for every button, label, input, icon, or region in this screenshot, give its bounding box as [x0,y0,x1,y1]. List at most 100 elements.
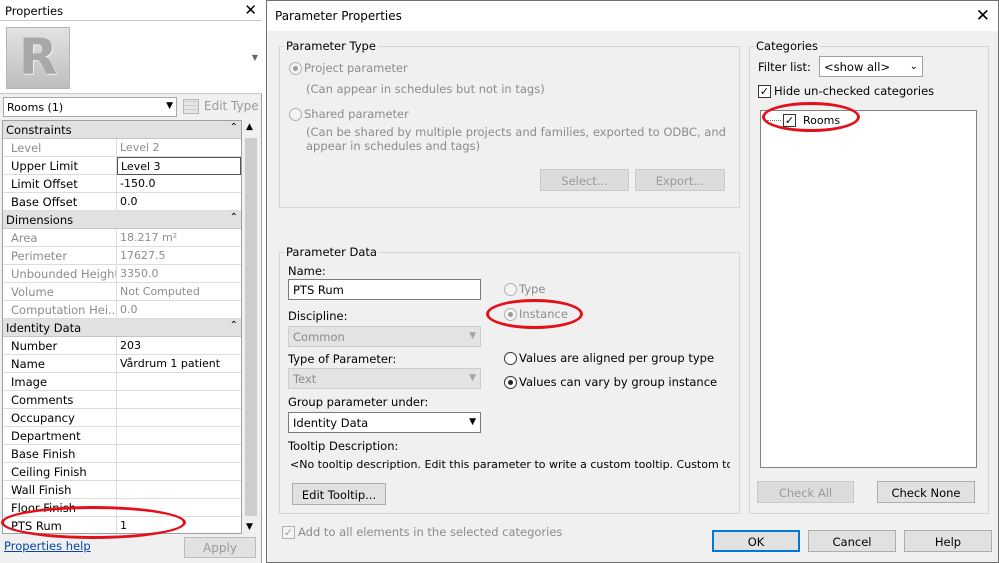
property-row[interactable]: Computation Hei... 0.0 [3,301,241,319]
property-row[interactable]: Volume Not Computed [3,283,241,301]
type-of-parameter-dropdown[interactable]: Text ▼ [288,368,481,389]
shared-parameter-desc-2: appear in schedules and tags) [306,139,481,153]
project-parameter-label: Project parameter [304,61,408,75]
scroll-up-icon[interactable]: ▲ [246,122,253,132]
property-row[interactable]: Upper Limit Level 3 [3,157,241,175]
close-icon[interactable]: ✕ [976,6,990,26]
type-radio[interactable] [504,283,517,296]
properties-scrollbar[interactable]: ▲ ▼ [243,120,259,534]
group-parameter-under-dropdown[interactable]: Identity Data ▼ [288,412,481,433]
discipline-dropdown[interactable]: Common ▼ [288,326,481,347]
property-row[interactable]: Limit Offset -150.0 [3,175,241,193]
help-button[interactable]: Help [904,530,992,552]
property-row[interactable]: Base Finish [3,445,241,463]
property-name: Area [3,229,117,247]
property-value[interactable] [117,373,241,391]
property-row[interactable]: Name Vårdrum 1 patient [3,355,241,373]
property-row[interactable]: PTS Rum 1 [3,517,241,533]
close-icon[interactable]: ✕ [244,1,257,19]
check-none-button[interactable]: Check None [877,481,975,503]
shared-parameter-radio[interactable] [289,108,302,121]
rooms-checkbox[interactable]: ✓ [783,114,796,127]
property-value[interactable] [117,391,241,409]
edit-type-button[interactable]: Edit Type [183,97,259,117]
chevron-down-icon[interactable]: ▼ [252,53,258,62]
property-row[interactable]: Occupancy [3,409,241,427]
values-vary-radio[interactable] [504,376,517,389]
chevron-down-icon: ▼ [469,373,476,383]
property-value[interactable] [117,445,241,463]
project-parameter-desc: (Can appear in schedules but not in tags… [306,82,545,96]
property-row[interactable]: Department [3,427,241,445]
property-row[interactable]: Unbounded Height 3350.0 [3,265,241,283]
properties-help-link[interactable]: Properties help [4,539,91,553]
property-row[interactable]: Ceiling Finish [3,463,241,481]
property-value[interactable]: Level 3 [117,157,241,175]
edit-type-label: Edit Type [204,99,259,113]
edit-tooltip-button[interactable]: Edit Tooltip... [292,483,386,505]
property-row[interactable]: Perimeter 17627.5 [3,247,241,265]
check-all-button[interactable]: Check All [757,481,854,503]
filter-list-dropdown[interactable]: <show all> ⌄ [819,56,923,77]
scrollbar-thumb[interactable] [245,138,257,516]
property-name: Unbounded Height [3,265,117,283]
property-name: Wall Finish [3,481,117,499]
shared-parameter-desc-1: (Can be shared by multiple projects and … [306,125,726,139]
property-row[interactable]: Wall Finish [3,481,241,499]
type-selector-dropdown[interactable]: Rooms (1) ▼ [3,97,177,117]
scroll-down-icon[interactable]: ▼ [246,522,253,532]
collapse-icon[interactable]: ⌃ [230,212,238,223]
property-name: Base Finish [3,445,117,463]
property-value[interactable] [117,481,241,499]
instance-radio[interactable] [504,308,517,321]
property-value[interactable]: 0.0 [117,193,241,211]
cancel-button[interactable]: Cancel [808,530,896,552]
select-button[interactable]: Select... [540,169,629,191]
group-header-label: Dimensions [6,213,74,227]
group-header[interactable]: Dimensions ⌃ [3,211,241,229]
export-button[interactable]: Export... [635,169,725,191]
group-header[interactable]: Identity Data ⌃ [3,319,241,337]
ok-button[interactable]: OK [712,530,800,552]
parameter-type-label: Parameter Type [284,39,378,53]
values-aligned-radio[interactable] [504,352,517,365]
collapse-icon[interactable]: ⌃ [230,122,238,133]
rooms-label: Rooms [803,114,841,127]
property-row[interactable]: Area 18.217 m² [3,229,241,247]
chevron-down-icon: ▼ [469,417,476,427]
property-value[interactable] [117,427,241,445]
property-value[interactable]: Vårdrum 1 patient [117,355,241,373]
add-to-all-checkbox[interactable]: ✓ [282,526,295,539]
apply-button[interactable]: Apply [184,537,256,558]
property-value[interactable]: 1 [117,517,241,533]
properties-grid: Constraints ⌃ Level Level 2 Upper Limit Level… [2,120,242,534]
property-value[interactable]: 203 [117,337,241,355]
property-row[interactable]: Floor Finish [3,499,241,517]
add-to-all-label: Add to all elements in the selected cate… [298,525,563,539]
list-item[interactable]: ✓ Rooms [765,113,865,129]
type-of-parameter-value: Text [293,372,317,386]
property-name: Level [3,139,117,157]
values-vary-label: Values can vary by group instance [519,375,718,389]
name-label: Name: [288,264,326,278]
property-row[interactable]: Level Level 2 [3,139,241,157]
property-value[interactable] [117,463,241,481]
property-row[interactable]: Number 203 [3,337,241,355]
property-value[interactable]: -150.0 [117,175,241,193]
property-row[interactable]: Image [3,373,241,391]
collapse-icon[interactable]: ⌃ [230,320,238,331]
property-value[interactable] [117,499,241,517]
hide-unchecked-checkbox[interactable]: ✓ [758,85,771,98]
property-name: Upper Limit [3,157,117,175]
type-selector-value: Rooms (1) [7,101,64,114]
property-name: Base Offset [3,193,117,211]
group-header[interactable]: Constraints ⌃ [3,121,241,139]
project-parameter-radio[interactable] [289,62,302,75]
property-row[interactable]: Base Offset 0.0 [3,193,241,211]
name-input[interactable]: PTS Rum [288,279,481,300]
property-value[interactable] [117,409,241,427]
property-row[interactable]: Comments [3,391,241,409]
filter-list-label: Filter list: [758,60,811,74]
property-value: 17627.5 [120,249,166,262]
type-preview[interactable]: R ▼ [0,21,262,94]
